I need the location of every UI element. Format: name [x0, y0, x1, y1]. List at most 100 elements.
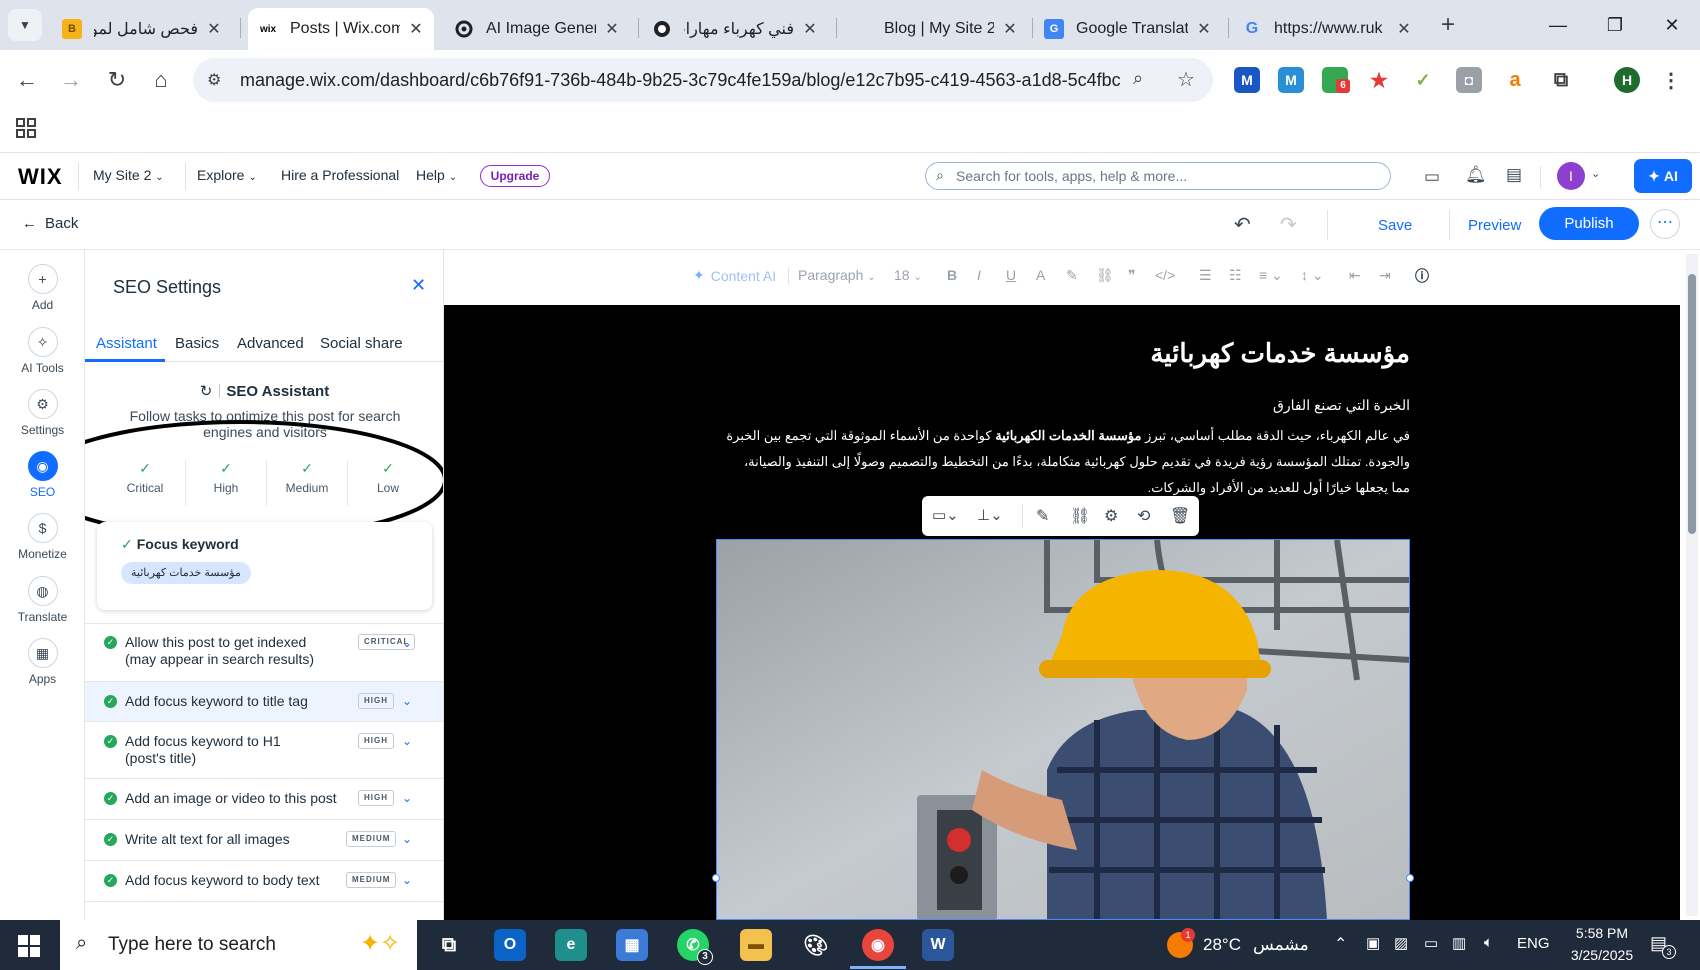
wix-logo[interactable]: WIX	[18, 164, 63, 190]
close-icon[interactable]: ✕	[604, 19, 620, 39]
word-icon[interactable]: W	[922, 929, 954, 961]
post-image[interactable]	[716, 539, 1410, 920]
rail-ai-tools[interactable]: ✧ AI Tools	[0, 327, 85, 375]
store-icon[interactable]: ▦	[616, 929, 648, 961]
clock-time[interactable]: 5:58 PM	[1567, 925, 1637, 941]
explore-menu[interactable]: Explore ⌄	[197, 167, 257, 183]
close-icon[interactable]: ✕	[411, 275, 426, 296]
browser-tab-2[interactable]: wix Posts | Wix.com ✕	[248, 8, 434, 50]
link-icon[interactable]: ⛓	[1070, 506, 1090, 526]
rail-apps[interactable]: ▦ Apps	[0, 638, 85, 686]
bell-icon[interactable]: 🔔︎	[1465, 165, 1487, 185]
chat-icon[interactable]: ▭	[1424, 167, 1440, 187]
browser-tab-4[interactable]: فني كهرباء مهارات ✕	[642, 8, 828, 50]
weather-temp[interactable]: 28°C	[1203, 935, 1241, 955]
close-icon[interactable]: ✕	[1002, 19, 1018, 39]
browser-tab-6[interactable]: G Google Translate ✕	[1034, 8, 1222, 50]
chevron-down-icon[interactable]: ⌄	[402, 832, 412, 846]
seo-task-row[interactable]: ✓ Add focus keyword to body text MEDIUM …	[85, 860, 443, 901]
close-icon[interactable]: ✕	[206, 19, 222, 39]
close-icon[interactable]: ✕	[802, 19, 818, 39]
extensions-puzzle-icon[interactable]: ⧉	[1548, 67, 1574, 93]
extension-colors-icon[interactable]: 6	[1322, 67, 1350, 93]
paint-icon[interactable]: 🎨︎	[800, 929, 832, 961]
undo-icon[interactable]: ↶	[1234, 212, 1251, 237]
underline-icon[interactable]: U	[1006, 267, 1016, 283]
extension-check-icon[interactable]: ✓	[1410, 67, 1436, 93]
line-spacing-icon[interactable]: ↕ ⌄	[1301, 267, 1324, 284]
chevron-down-icon[interactable]: ⌄	[1591, 167, 1600, 180]
rail-add[interactable]: + Add	[0, 264, 85, 312]
weather-sun-icon[interactable]: 1	[1167, 928, 1195, 958]
code-icon[interactable]: </>	[1155, 267, 1175, 283]
numbered-list-icon[interactable]: ☰	[1199, 267, 1212, 284]
browser-tab-7[interactable]: G https://www.ruk ✕	[1232, 8, 1422, 50]
seo-task-row[interactable]: ✓ Add an image or video to this post HIG…	[85, 778, 443, 819]
battery-icon[interactable]: ▭	[1424, 934, 1438, 952]
publish-button[interactable]: Publish	[1539, 207, 1639, 240]
quote-icon[interactable]: ❞	[1128, 267, 1136, 284]
italic-icon[interactable]: I	[977, 267, 981, 283]
wix-search-input[interactable]	[956, 167, 1376, 185]
link-icon[interactable]: ⛓	[1096, 267, 1114, 284]
post-title[interactable]: مؤسسة خدمات كهربائية	[944, 338, 1410, 369]
font-size-select[interactable]: 18 ⌄	[894, 267, 922, 283]
browser-tab-1[interactable]: B فحص شامل لموقع ✕	[52, 8, 232, 50]
tab-basics[interactable]: Basics	[175, 335, 219, 352]
profile-avatar[interactable]: H	[1614, 67, 1640, 93]
network-icon[interactable]: ▥	[1452, 934, 1466, 952]
focus-keyword-chip[interactable]: مؤسسة خدمات كهربائية	[121, 562, 251, 584]
clock-date[interactable]: 3/25/2025	[1562, 947, 1642, 963]
minimize-button[interactable]: —	[1538, 10, 1578, 40]
close-icon[interactable]: ✕	[1196, 19, 1212, 39]
gear-icon[interactable]: ⚙	[1104, 506, 1118, 526]
decrease-indent-icon[interactable]: ⇤	[1349, 267, 1361, 284]
chevron-down-icon[interactable]: ⌄	[402, 734, 412, 748]
help-menu[interactable]: Help ⌄	[416, 167, 457, 183]
layout-icon[interactable]: ▭⌄	[932, 506, 959, 524]
home-icon[interactable]: ⌂	[146, 65, 176, 95]
rail-seo[interactable]: ◉ SEO	[0, 451, 85, 499]
bold-icon[interactable]: B	[947, 267, 957, 283]
outlook-icon[interactable]: O	[494, 929, 526, 961]
alignment-icon[interactable]: ⊥⌄	[977, 506, 1003, 524]
close-icon[interactable]: ✕	[1396, 19, 1412, 39]
info-icon[interactable]: ⓘ	[1415, 266, 1429, 286]
bullet-list-icon[interactable]: ☷	[1229, 267, 1242, 284]
taskbar-search-input[interactable]	[108, 934, 328, 956]
bookmark-star-icon[interactable]: ☆	[1177, 67, 1195, 92]
scrollbar[interactable]	[1686, 254, 1698, 916]
browser-tab-5[interactable]: Blog | My Site 2 ✕	[842, 8, 1028, 50]
more-actions-button[interactable]: ⋯	[1650, 209, 1680, 239]
paragraph-style-select[interactable]: Paragraph ⌄	[798, 267, 876, 283]
refresh-icon[interactable]: ↻	[200, 382, 213, 400]
seo-task-row[interactable]	[85, 901, 443, 920]
task-view-icon[interactable]: ⧉	[433, 929, 465, 961]
redo-icon[interactable]: ↷	[1280, 212, 1297, 237]
tab-assistant[interactable]: Assistant	[96, 335, 157, 352]
close-icon[interactable]: ✕	[408, 19, 424, 39]
chrome-icon[interactable]: ◉	[862, 929, 894, 961]
whatsapp-icon[interactable]: ✆ 3	[677, 929, 713, 965]
windows-start-icon[interactable]	[18, 935, 40, 957]
back-button[interactable]: ← Back	[22, 215, 78, 232]
forward-arrow-icon[interactable]: →	[56, 65, 86, 95]
copilot-sparkle-icon[interactable]: ✦✧	[360, 929, 400, 958]
chevron-up-icon[interactable]: ⌃	[1334, 934, 1347, 954]
tray-security-icon[interactable]: ▨	[1394, 934, 1408, 952]
rail-translate[interactable]: ◍ Translate	[0, 576, 85, 624]
tray-meet-icon[interactable]: ▣	[1366, 934, 1380, 952]
seo-task-row[interactable]: ✓ Add focus keyword to title tag HIGH ⌄	[85, 681, 443, 721]
chevron-down-icon[interactable]: ⌄	[402, 636, 412, 650]
seo-task-row[interactable]: ✓ Allow this post to get indexed (may ap…	[85, 623, 443, 681]
replace-icon[interactable]: ⟲	[1137, 506, 1150, 526]
restore-button[interactable]: ❐	[1595, 10, 1635, 40]
resize-handle[interactable]	[1406, 874, 1414, 882]
upgrade-button[interactable]: Upgrade	[480, 165, 550, 187]
tab-advanced[interactable]: Advanced	[237, 335, 304, 352]
close-window-button[interactable]: ✕	[1652, 10, 1692, 40]
volume-icon[interactable]: 🔈︎	[1484, 934, 1493, 951]
back-arrow-icon[interactable]: ←	[12, 65, 42, 95]
chevron-down-icon[interactable]: ⌄	[402, 873, 412, 887]
seo-task-row[interactable]: ✓ Write alt text for all images MEDIUM ⌄	[85, 819, 443, 860]
